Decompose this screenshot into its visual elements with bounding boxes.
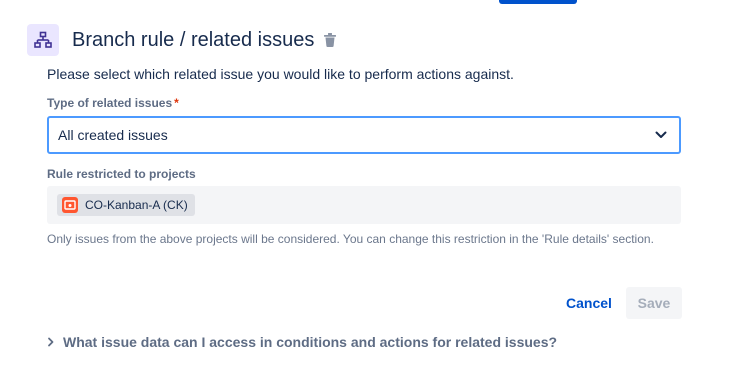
faq-question: What issue data can I access in conditio…	[63, 334, 558, 350]
select-value: All created issues	[58, 127, 168, 143]
helper-text: Only issues from the above projects will…	[47, 232, 654, 246]
chevron-right-icon	[47, 337, 55, 347]
type-label-text: Type of related issues	[47, 96, 173, 110]
project-avatar-icon	[62, 197, 78, 213]
top-primary-button[interactable]	[499, 0, 577, 4]
chevron-down-icon[interactable]	[655, 131, 667, 139]
component-header: Branch rule / related issues	[27, 24, 337, 56]
trash-icon[interactable]	[324, 33, 337, 47]
rule-restricted-projects-label: Rule restricted to projects	[47, 167, 196, 181]
faq-expander[interactable]: What issue data can I access in conditio…	[47, 332, 557, 352]
page-title: Branch rule / related issues	[72, 28, 315, 51]
projects-box: CO-Kanban-A (CK)	[47, 186, 681, 224]
type-of-related-issues-label: Type of related issues *	[47, 96, 179, 110]
form-description: Please select which related issue you wo…	[47, 66, 514, 82]
branch-hierarchy-icon	[27, 24, 59, 56]
save-button[interactable]: Save	[626, 287, 682, 319]
required-marker: *	[174, 96, 179, 110]
project-name: CO-Kanban-A (CK)	[85, 198, 188, 212]
project-chip: CO-Kanban-A (CK)	[57, 194, 195, 216]
cancel-button[interactable]: Cancel	[560, 287, 618, 319]
related-issues-type-select[interactable]: All created issues	[47, 116, 681, 154]
